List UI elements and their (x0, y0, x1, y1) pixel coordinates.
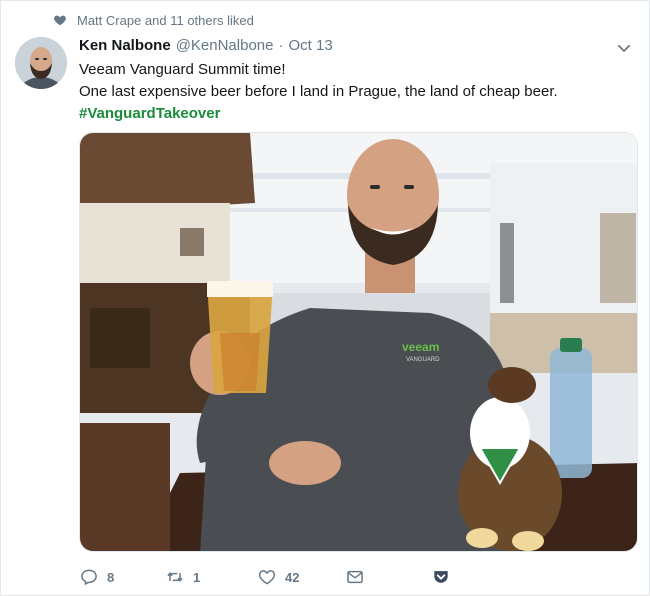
airport-bar-photo: veeam VANGUARD (80, 133, 637, 551)
tweet-actions: 8 1 42 (79, 567, 619, 587)
hashtag-link[interactable]: #VanguardTakeover (79, 103, 634, 125)
heart-icon (54, 15, 66, 26)
tweet-header: Ken Nalbone @KenNalbone · Oct 13 (79, 37, 333, 57)
retweet-button[interactable]: 1 (165, 567, 200, 587)
header-separator: · (278, 37, 284, 54)
tweet-text-line: One last expensive beer before I land in… (79, 83, 558, 100)
envelope-icon (347, 570, 363, 584)
author-handle[interactable]: @KenNalbone (176, 37, 274, 54)
tweet-date[interactable]: Oct 13 (288, 37, 332, 54)
social-context-text: Matt Crape and 11 others liked (77, 12, 254, 28)
jacket-logo-text: veeam (402, 340, 439, 354)
tweet-photo[interactable]: veeam VANGUARD (79, 132, 638, 552)
reply-icon (81, 569, 97, 585)
chevron-down-icon[interactable] (615, 39, 633, 57)
like-button[interactable]: 42 (257, 567, 299, 587)
pocket-button[interactable] (431, 567, 451, 587)
pocket-icon (434, 571, 448, 583)
like-count: 42 (285, 569, 300, 585)
retweet-icon (167, 572, 183, 582)
retweet-count: 1 (193, 569, 201, 585)
social-context: Matt Crape and 11 others liked (53, 11, 254, 29)
reply-count: 8 (107, 569, 115, 585)
direct-message-button[interactable] (345, 567, 365, 587)
reply-button[interactable]: 8 (79, 567, 114, 587)
jacket-logo-sub: VANGUARD (406, 357, 440, 363)
tweet-card[interactable]: Matt Crape and 11 others liked Ken Nalbo… (0, 0, 650, 596)
avatar[interactable] (15, 37, 67, 89)
heart-outline-icon (258, 570, 276, 585)
author-name[interactable]: Ken Nalbone (79, 37, 171, 54)
tweet-text-line: Veeam Vanguard Summit time! (79, 61, 286, 78)
avatar-portrait (15, 37, 67, 89)
tweet-text: Veeam Vanguard Summit time! One last exp… (79, 59, 634, 125)
